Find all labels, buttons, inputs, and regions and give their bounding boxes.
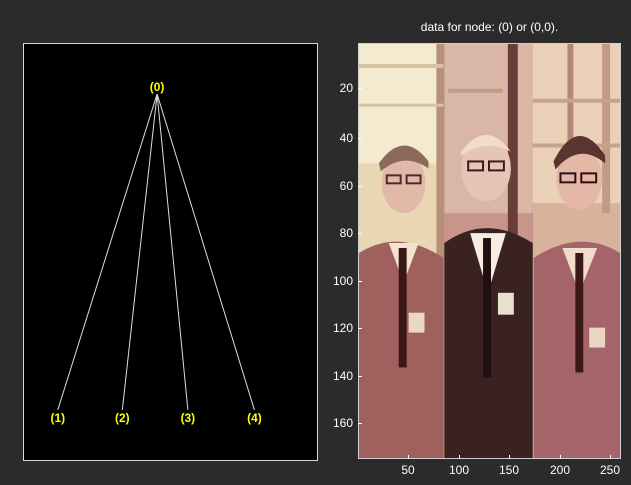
x-tick-label: 200 [549,463,571,477]
y-tick-label: 80 [339,226,353,240]
tree-node-child[interactable]: (2) [115,411,130,425]
y-tick-label: 120 [332,321,353,335]
y-tick-label: 100 [332,274,353,288]
y-tick-label: 160 [332,416,353,430]
x-tick-mark [509,455,510,459]
x-tick-mark [610,455,611,459]
tree-panel[interactable]: (0) (1) (2) (3) (4) [23,43,318,461]
x-tick-label: 250 [599,463,621,477]
x-tick-mark [459,455,460,459]
tree-node-child[interactable]: (1) [50,411,65,425]
tree-graph: (0) (1) (2) (3) (4) [50,80,261,425]
y-tick-label: 60 [339,179,353,193]
tree-edge [121,94,158,410]
y-tick-label: 40 [339,131,353,145]
y-tick-mark [358,376,362,377]
y-tick-mark [358,233,362,234]
y-tick-label: 20 [339,81,353,95]
y-tick-mark [358,328,362,329]
x-tick-label: 50 [401,463,415,477]
tree-edge [57,93,158,411]
y-tick-mark [358,138,362,139]
node-image [359,44,620,458]
y-tick-mark [358,281,362,282]
x-tick-mark [560,455,561,459]
x-tick-label: 150 [498,463,520,477]
y-tick-mark [358,88,362,89]
y-tick-label: 140 [332,369,353,383]
image-title: data for node: (0) or (0,0). [420,20,559,34]
y-tick-mark [358,423,362,424]
x-tick-label: 100 [448,463,470,477]
tree-node-root[interactable]: (0) [150,80,165,94]
y-tick-mark [358,186,362,187]
tree-node-child[interactable]: (3) [181,411,196,425]
tree-nodes[interactable]: (0) (1) (2) (3) (4) [50,80,261,425]
tree-edges [57,93,255,411]
tree-node-child[interactable]: (4) [247,411,262,425]
tree-edge [156,94,189,410]
tree-edge [156,93,255,411]
image-panel[interactable] [358,43,621,459]
x-tick-mark [408,455,409,459]
